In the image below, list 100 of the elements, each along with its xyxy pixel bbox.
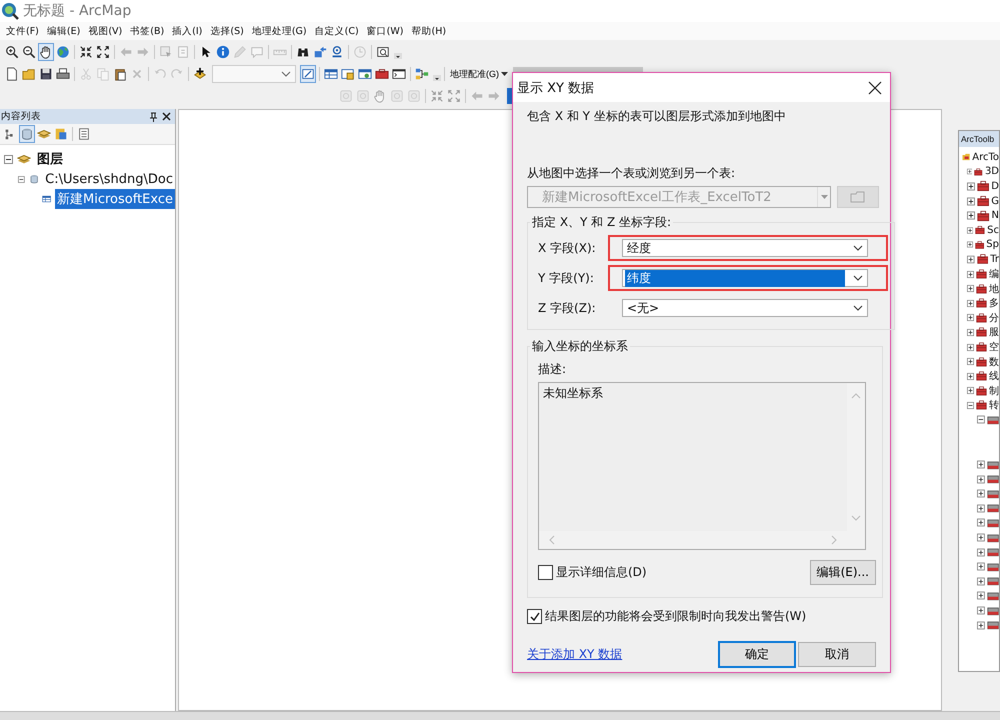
hand-icon [373, 88, 387, 104]
menu-item[interactable]: 地理处理(G) [250, 24, 313, 38]
toolbar-button[interactable] [95, 43, 111, 61]
menu-item[interactable]: 插入(I) [170, 24, 208, 38]
hand-icon [39, 44, 53, 60]
menu-item[interactable]: 帮助(H) [409, 24, 452, 38]
expand-toggle[interactable] [967, 298, 974, 308]
expand-toggle[interactable] [967, 313, 974, 322]
georeferencing-menu[interactable]: 地理配准(G) [448, 68, 510, 80]
expand-toggle[interactable] [967, 386, 974, 396]
expand-toggle[interactable] [977, 548, 985, 557]
collapse-toggle[interactable] [977, 415, 985, 424]
floppy-icon [39, 66, 53, 82]
toolbox-item[interactable]: 空 [989, 340, 999, 354]
toolbox-icon [976, 267, 987, 282]
toolbox-item[interactable]: 分 [989, 310, 999, 325]
toolbox-item[interactable]: 制 [989, 384, 999, 398]
field-dropdown[interactable]: 经度 [622, 239, 868, 257]
edit-button[interactable]: 编辑(E)... [810, 560, 876, 585]
warning-checkbox[interactable]: 结果图层的功能将会受到限制时向我发出警告(W) [527, 608, 884, 625]
menu-item[interactable]: 编辑(E) [44, 24, 86, 38]
pencil-icon [233, 44, 247, 60]
toolbox-item[interactable]: 地 [989, 282, 999, 296]
toolbox-item[interactable]: 线 [989, 369, 999, 384]
cancel-button[interactable]: 取消 [798, 642, 876, 667]
collapse-toggle[interactable] [967, 400, 974, 410]
details-checkbox[interactable]: 显示详细信息(D) [538, 564, 647, 581]
toolbar-button[interactable] [4, 43, 20, 61]
pin-icon[interactable] [149, 112, 158, 122]
field-dropdown[interactable]: <无> [622, 299, 868, 317]
expand-toggle[interactable] [967, 342, 974, 352]
arrows-in-icon [79, 44, 93, 60]
expand-toggle[interactable] [967, 270, 974, 279]
toolbox-item[interactable]: 编 [989, 267, 999, 282]
field-label: Z 字段(Z): [538, 300, 597, 316]
menu-item[interactable]: 视图(V) [86, 24, 128, 38]
layer-item[interactable]: C:\Users\shdng\Doc [43, 170, 175, 188]
toolbox-item[interactable]: 转 [989, 398, 999, 412]
menu-item[interactable]: 自定义(C) [312, 24, 365, 38]
database-icon [28, 172, 40, 186]
toolbox-item[interactable]: Sc [987, 224, 999, 236]
toolbox-item[interactable]: 数 [989, 354, 999, 369]
toolbox-item[interactable]: G [991, 196, 999, 207]
expand-toggle[interactable] [967, 240, 973, 250]
table-icon [324, 66, 338, 82]
toolbox-item[interactable]: Tr [990, 254, 999, 265]
menu-item[interactable]: 选择(S) [208, 24, 250, 38]
toolbox-item[interactable]: N [992, 210, 999, 222]
field-dropdown[interactable]: 纬度 [622, 269, 868, 287]
expand-toggle[interactable] [967, 211, 976, 220]
clear-selection-icon [176, 44, 190, 60]
expand-toggle[interactable] [977, 620, 985, 630]
expand-toggle[interactable] [967, 167, 972, 176]
toolbox-icon [976, 296, 987, 310]
expand-toggle[interactable] [967, 372, 974, 381]
toolbox-item[interactable]: 服 [989, 325, 999, 340]
expand-toggle[interactable] [967, 357, 974, 366]
expand-toggle[interactable] [967, 196, 975, 206]
toolbox-item[interactable]: ArcTo [972, 152, 999, 163]
copy-icon [96, 66, 110, 82]
menu-item[interactable]: 窗口(W) [364, 24, 410, 38]
toolbar-button[interactable] [4, 65, 20, 83]
layers-icon [17, 152, 31, 166]
toolbox-icon [976, 369, 987, 384]
expand-toggle[interactable] [977, 460, 985, 470]
expand-toggle[interactable] [977, 576, 985, 586]
expand-toggle[interactable] [977, 474, 985, 484]
expand-toggle[interactable] [977, 489, 985, 498]
expand-toggle[interactable] [967, 328, 974, 337]
expand-toggle[interactable] [967, 226, 974, 235]
ok-button[interactable]: 确定 [718, 641, 796, 668]
layer-item[interactable]: 图层 [35, 149, 65, 169]
expand-toggle[interactable] [977, 562, 985, 572]
tool-icon [339, 88, 353, 104]
toolbox-item[interactable]: 3D [984, 166, 999, 178]
toolbox-item[interactable]: Sp [986, 239, 999, 250]
model-diagram-icon [415, 66, 429, 82]
collapse-toggle[interactable] [4, 154, 13, 164]
expand-toggle[interactable] [977, 533, 985, 542]
expand-toggle[interactable] [977, 518, 985, 528]
expand-toggle[interactable] [967, 284, 974, 294]
expand-toggle[interactable] [967, 182, 975, 191]
close-icon[interactable] [162, 112, 171, 121]
layer-item[interactable]: 新建MicrosoftExce [55, 189, 175, 209]
menu-item[interactable]: 书签(B) [128, 24, 170, 38]
toolbox-icon [375, 66, 389, 82]
collapse-toggle[interactable] [18, 174, 25, 184]
expand-toggle[interactable] [977, 591, 985, 600]
toc-view-button[interactable] [19, 125, 35, 143]
help-link[interactable]: 关于添加 XY 数据 [527, 646, 718, 663]
field-label: Y 字段(Y): [538, 270, 595, 286]
toolbox-item[interactable]: 多 [989, 296, 999, 310]
toolbox-item[interactable]: D [991, 180, 999, 192]
expand-toggle[interactable] [977, 504, 985, 513]
close-icon[interactable] [868, 80, 882, 94]
expand-toggle[interactable] [967, 254, 975, 264]
menu-item[interactable]: 文件(F) [4, 24, 45, 38]
toolbar-button[interactable] [38, 43, 54, 61]
toolbar-button[interactable] [21, 43, 37, 61]
expand-toggle[interactable] [977, 606, 985, 616]
